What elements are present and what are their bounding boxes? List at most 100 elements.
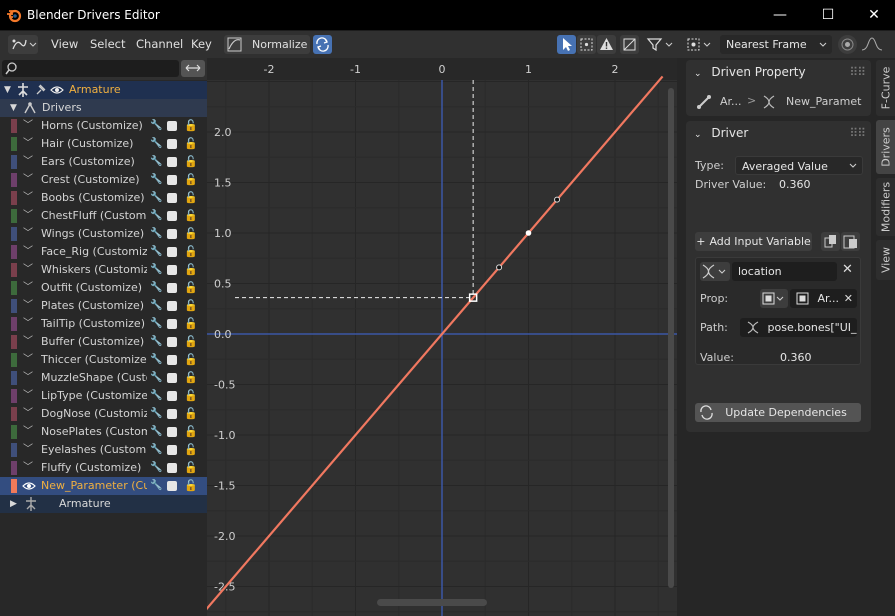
channel-row[interactable]: ﹀ Plates (Customize) 🔧 🔓	[0, 297, 207, 315]
filter-dropdown[interactable]	[645, 35, 677, 54]
checkbox-icon[interactable]	[167, 301, 177, 311]
checkbox-icon[interactable]	[167, 247, 177, 257]
paste-variables-button[interactable]	[841, 232, 860, 251]
checkbox-icon[interactable]	[167, 229, 177, 239]
lock-icon[interactable]: 🔓	[184, 135, 198, 153]
keyframe-point[interactable]	[525, 230, 532, 236]
channel-row[interactable]: ﹀ Crest (Customize) 🔧 🔓	[0, 171, 207, 189]
channel-row[interactable]: ﹀ Horns (Customize) 🔧 🔓	[0, 117, 207, 135]
wrench-icon[interactable]: 🔧	[150, 297, 162, 315]
lock-icon[interactable]: 🔓	[184, 225, 198, 243]
variable-name-field[interactable]: location	[732, 262, 837, 281]
wrench-icon[interactable]: 🔧	[150, 207, 162, 225]
lock-icon[interactable]: 🔓	[184, 423, 198, 441]
wrench-icon[interactable]: 🔧	[150, 261, 162, 279]
wrench-icon[interactable]: 🔧	[150, 225, 162, 243]
wrench-icon[interactable]: 🔧	[150, 405, 162, 423]
checkbox-icon[interactable]	[167, 373, 177, 383]
checkbox-icon[interactable]	[167, 175, 177, 185]
lock-icon[interactable]: 🔓	[184, 279, 198, 297]
wrench-icon[interactable]: 🔧	[150, 333, 162, 351]
checkbox-icon[interactable]	[167, 265, 177, 275]
driven-property-header[interactable]: ⌄ Driven Property ⠿⠿	[686, 60, 871, 84]
wrench-icon[interactable]: 🔧	[150, 117, 162, 135]
channel-row[interactable]: ﹀ Eyelashes (Customize)🔧 🔓	[0, 441, 207, 459]
disclosure-open-icon[interactable]: ▼	[4, 81, 11, 99]
prop-target-field[interactable]: Ar... ✕	[790, 289, 857, 308]
checkbox-icon[interactable]	[167, 445, 177, 455]
path-field[interactable]: pose.bones["UI_...	[740, 318, 857, 337]
lock-icon[interactable]: 🔓	[184, 261, 198, 279]
copy-variables-button[interactable]	[821, 232, 840, 251]
lock-icon[interactable]: 🔓	[184, 477, 198, 495]
variable-type-dropdown[interactable]	[700, 262, 730, 281]
channel-row[interactable]: ﹀ ChestFluff (Customize)🔧 🔓	[0, 207, 207, 225]
graph-canvas[interactable]: -2-10122.01.51.00.50.0-0.5-1.0-1.5-2.0-2…	[207, 58, 677, 616]
checkbox-icon[interactable]	[167, 121, 177, 131]
refresh-toggle[interactable]	[313, 35, 332, 54]
lock-icon[interactable]: 🔓	[184, 117, 198, 135]
channel-row[interactable]: ﹀ Thiccer (Customize) 🔧 🔓	[0, 351, 207, 369]
checkbox-icon[interactable]	[167, 157, 177, 167]
wrench-icon[interactable]: 🔧	[150, 441, 162, 459]
disclosure-closed-icon[interactable]: ▶	[10, 495, 17, 513]
lock-icon[interactable]: 🔓	[184, 315, 198, 333]
lock-icon[interactable]: 🔓	[184, 405, 198, 423]
channel-row[interactable]: ﹀ Face_Rig (Customize)🔧 🔓	[0, 243, 207, 261]
wrench-icon[interactable]: 🔧	[150, 369, 162, 387]
disclosure-open-icon[interactable]: ▼	[10, 99, 17, 117]
wrench-icon[interactable]: 🔧	[150, 459, 162, 477]
falloff-dropdown[interactable]	[860, 35, 890, 54]
lock-icon[interactable]: 🔓	[184, 189, 198, 207]
menu-select[interactable]: Select	[90, 35, 125, 54]
keyframe-handle[interactable]	[496, 264, 503, 271]
wrench-icon[interactable]: 🔧	[150, 387, 162, 405]
wrench-icon[interactable]: 🔧	[150, 423, 162, 441]
tab-view[interactable]: View	[876, 240, 895, 280]
lock-icon[interactable]: 🔓	[184, 441, 198, 459]
menu-channel[interactable]: Channel	[136, 35, 183, 54]
checkbox-icon[interactable]	[167, 355, 177, 365]
wrench-icon[interactable]: 🔧	[150, 243, 162, 261]
keyframe-handle[interactable]	[554, 196, 561, 203]
lock-icon[interactable]: 🔓	[184, 351, 198, 369]
checkbox-icon[interactable]	[167, 391, 177, 401]
only-selected-button[interactable]	[620, 35, 639, 54]
minimize-button[interactable]: —	[757, 0, 803, 30]
driver-type-dropdown[interactable]: Averaged Value	[735, 156, 863, 175]
checkbox-icon[interactable]	[167, 283, 177, 293]
lock-icon[interactable]: 🔓	[184, 153, 198, 171]
pivot-dropdown[interactable]	[685, 35, 715, 54]
normalize-toggle[interactable]: Normalize	[224, 35, 310, 54]
active-channel-row[interactable]: New_Parameter (Customize) 🔧 🔓	[0, 477, 207, 495]
menu-view[interactable]: View	[51, 35, 78, 54]
lock-icon[interactable]: 🔓	[184, 243, 198, 261]
add-input-variable-button[interactable]: + Add Input Variable	[695, 232, 812, 251]
checkbox-icon[interactable]	[167, 193, 177, 203]
select-tool-button[interactable]	[557, 35, 576, 54]
lock-icon[interactable]: 🔓	[184, 387, 198, 405]
channel-row[interactable]: ﹀ Wings (Customize) 🔧 🔓	[0, 225, 207, 243]
checkbox-icon[interactable]	[167, 463, 177, 473]
tab-fcurve[interactable]: F-Curve	[876, 60, 895, 116]
wrench-icon[interactable]: 🔧	[150, 477, 162, 495]
wrench-icon[interactable]: 🔧	[150, 279, 162, 297]
checkbox-icon[interactable]	[167, 409, 177, 419]
fcurve-line[interactable]	[207, 75, 664, 611]
eye-icon[interactable]	[50, 81, 64, 99]
tab-drivers[interactable]: Drivers	[876, 120, 895, 174]
channel-row[interactable]: ﹀ DogNose (Customize)🔧 🔓	[0, 405, 207, 423]
wrench-icon[interactable]: 🔧	[150, 153, 162, 171]
channel-row[interactable]: ﹀ LipType (Customize) 🔧 🔓	[0, 387, 207, 405]
channel-row[interactable]: ﹀ Ears (Customize) 🔧 🔓	[0, 153, 207, 171]
drivers-group-row[interactable]: ▼ Drivers	[0, 99, 207, 117]
wrench-icon[interactable]: 🔧	[150, 171, 162, 189]
checkbox-icon[interactable]	[167, 427, 177, 437]
update-dependencies-button[interactable]: Update Dependencies	[695, 403, 861, 422]
checkbox-icon[interactable]	[167, 211, 177, 221]
editor-type-button[interactable]	[8, 35, 38, 54]
checkbox-icon[interactable]	[167, 481, 177, 491]
drag-handle-icon[interactable]: ⠿⠿	[849, 121, 866, 145]
lock-icon[interactable]: 🔓	[184, 459, 198, 477]
checkbox-icon[interactable]	[167, 139, 177, 149]
